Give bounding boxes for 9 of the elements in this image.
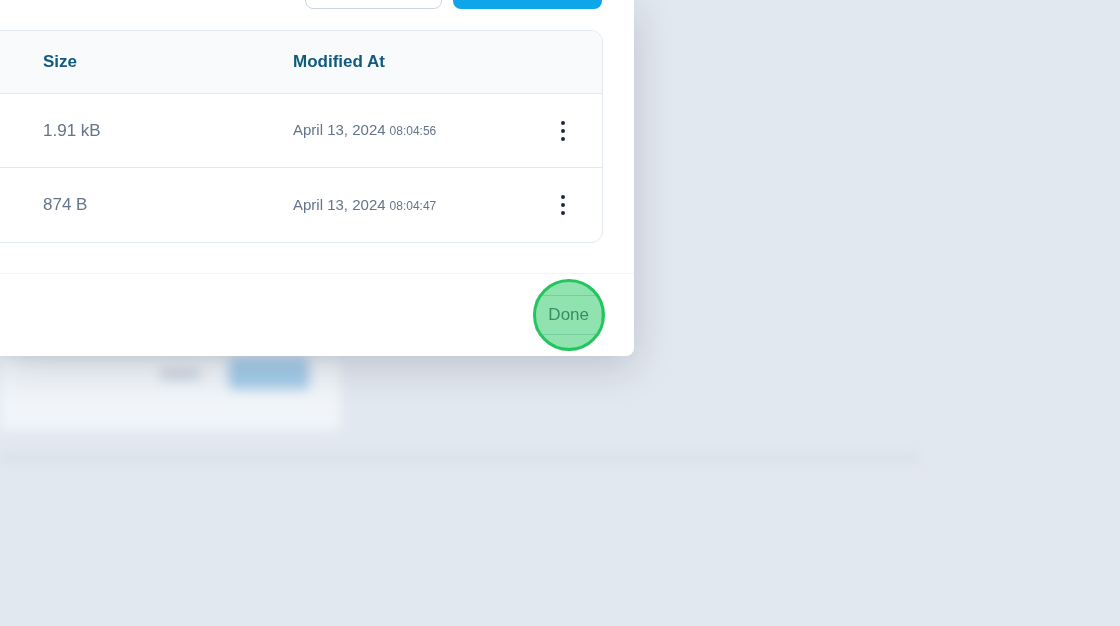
done-button[interactable]: Done bbox=[535, 295, 602, 335]
column-header: Size bbox=[43, 51, 79, 74]
table-cell-text: April 13, 2024 08:04:47 bbox=[293, 194, 438, 215]
more-options-icon[interactable] bbox=[560, 120, 566, 141]
column-header: Modified At bbox=[293, 51, 385, 74]
table-cell-text: 1.91 kB bbox=[43, 119, 102, 142]
table-cell-text: 874 B bbox=[43, 194, 89, 217]
more-options-icon[interactable] bbox=[560, 195, 566, 215]
table-cell-text: April 13, 2024 08:04:56 bbox=[293, 120, 438, 141]
